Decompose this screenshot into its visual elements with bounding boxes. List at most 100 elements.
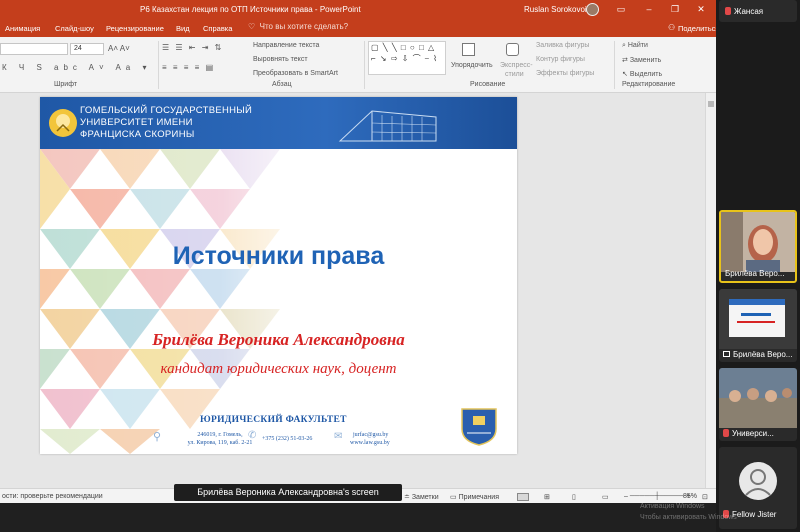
participant-name-text: Fellow Jister <box>732 510 777 519</box>
participant-name: Универси... <box>723 429 774 438</box>
arrange-button[interactable]: Упорядочить <box>451 62 493 69</box>
slide-title[interactable]: Источники права <box>40 242 517 271</box>
shape-outline-button[interactable]: Контур фигуры <box>536 56 585 63</box>
zoom-slider[interactable]: – ─────┼───── + <box>624 493 690 500</box>
participant-video <box>721 212 795 272</box>
website-url: www.law.gsu.by <box>350 440 390 446</box>
quick-styles-icon[interactable] <box>506 43 519 56</box>
tab-animation[interactable]: Анимация <box>5 24 40 33</box>
window-title: Р6 Казахстан лекция по ОТП Источники пра… <box>140 5 361 14</box>
arrange-icon[interactable] <box>462 43 475 56</box>
reading-view-icon[interactable]: ▯ <box>572 493 576 501</box>
mic-muted-icon <box>725 7 731 15</box>
slideshow-icon[interactable]: ▭ <box>602 493 609 501</box>
notes-icon: ≐ <box>404 494 410 501</box>
select-label: Выделить <box>629 71 663 78</box>
participant-name-text: Брилёва Веро... <box>733 350 793 359</box>
participant-video <box>719 368 797 428</box>
tab-slideshow[interactable]: Слайд-шоу <box>55 24 94 33</box>
author-name[interactable]: Брилёва Вероника Александровна <box>40 330 517 350</box>
participant-tile[interactable]: Жансая <box>719 0 797 22</box>
quick-styles-button-2[interactable]: стили <box>505 71 524 78</box>
accessibility-status[interactable]: ости: проверьте рекомендации <box>2 493 103 500</box>
align-text-button[interactable]: Выровнять текст <box>253 56 308 63</box>
fit-slide-icon[interactable]: ⊡ <box>702 493 708 501</box>
participant-tile[interactable]: Брилёва Веро... <box>719 289 797 362</box>
share-button[interactable]: Поделиться <box>678 24 716 33</box>
tab-help[interactable]: Справка <box>203 24 232 33</box>
restore-icon[interactable]: ❐ <box>668 3 682 15</box>
replace-button[interactable]: ⇄ Заменить <box>622 56 661 64</box>
font-format-icons[interactable]: К Ч S abc A˅ Aa ▾ <box>2 63 152 72</box>
find-button[interactable]: ⌕ Найти <box>622 42 648 50</box>
ribbon-separator <box>158 41 159 89</box>
font-group-label: Шрифт <box>54 81 78 88</box>
comment-icon: ▭ <box>450 494 457 501</box>
user-avatar[interactable] <box>586 3 599 16</box>
university-name-line1: ГОМЕЛЬСКИЙ ГОСУДАРСТВЕННЫЙ <box>80 105 253 116</box>
find-label: Найти <box>627 42 648 49</box>
mail-icon: ✉ <box>334 431 343 442</box>
location-pin-icon: ⚲ <box>153 431 162 443</box>
slide-sorter-icon[interactable]: ⊞ <box>544 493 550 501</box>
shapes-gallery[interactable]: ▢ ╲ ╲ □ ○ □ △ ⌐ ↘ ⇨ ⇩ ⌒ ⎯ ⌇ <box>368 41 446 75</box>
comments-button[interactable]: ▭ Примечания <box>450 493 499 501</box>
replace-icon: ⇄ <box>622 57 628 64</box>
email-address: jurfac@gsu.by <box>353 432 389 438</box>
slide[interactable]: ГОМЕЛЬСКИЙ ГОСУДАРСТВЕННЫЙ УНИВЕРСИТЕТ И… <box>40 97 517 454</box>
ribbon-display-icon[interactable]: ▭ <box>614 3 628 15</box>
ribbon-separator <box>364 41 365 89</box>
list-icons[interactable]: ☰ ☰ ⇤ ⇥ ⇅ <box>162 43 223 52</box>
close-icon[interactable]: ✕ <box>694 3 708 15</box>
comments-label: Примечания <box>458 494 499 501</box>
phone-number: +375 (232) 51-03-26 <box>262 436 313 442</box>
shape-effects-button[interactable]: Эффекты фигуры <box>536 70 594 77</box>
select-button[interactable]: ↖ Выделить <box>622 70 662 78</box>
font-size-field[interactable]: 24 <box>70 43 104 55</box>
phone-icon: ✆ <box>248 430 257 441</box>
vertical-scrollbar[interactable] <box>705 93 716 488</box>
text-direction-button[interactable]: Направление текста <box>253 42 319 49</box>
font-grow-shrink-icons[interactable]: A˄ A˅ <box>108 44 130 53</box>
shape-fill-button[interactable]: Заливка фигуры <box>536 42 589 49</box>
faculty-name[interactable]: ЮРИДИЧЕСКИЙ ФАКУЛЬТЕТ <box>200 415 347 425</box>
minimize-icon[interactable]: – <box>642 3 656 15</box>
screen: Р6 Казахстан лекция по ОТП Источники пра… <box>0 0 800 532</box>
quick-styles-button[interactable]: Экспресс- <box>500 62 533 69</box>
user-name[interactable]: Ruslan Sorokovoi <box>524 5 587 14</box>
tab-review[interactable]: Рецензирование <box>106 24 164 33</box>
cursor-icon: ↖ <box>622 71 628 78</box>
participant-tile[interactable]: Универси... <box>719 368 797 441</box>
author-degree[interactable]: кандидат юридических наук, доцент <box>40 361 517 378</box>
participant-screen-thumbnail <box>719 289 797 349</box>
mic-muted-icon <box>723 429 729 437</box>
participant-name-text: Универси... <box>732 429 774 438</box>
tell-me-search[interactable]: ♡ Что вы хотите сделать? <box>248 22 348 31</box>
notes-button[interactable]: ≐ Заметки <box>404 493 439 501</box>
participant-tile-active[interactable]: Брилёва Веро... <box>719 210 797 283</box>
windows-activation-watermark-1: Активация Windows <box>640 503 705 510</box>
replace-label: Заменить <box>629 57 662 64</box>
tell-me-label: Что вы хотите сделать? <box>259 22 349 31</box>
font-name-field[interactable] <box>0 43 68 55</box>
zoom-level[interactable]: 85% <box>683 493 697 500</box>
university-name-line2: УНИВЕРСИТЕТ ИМЕНИ <box>80 117 193 128</box>
university-name-line3: ФРАНЦИСКА СКОРИНЫ <box>80 129 195 140</box>
scrollbar-thumb[interactable] <box>708 101 714 107</box>
drawing-group-label: Рисование <box>470 81 506 88</box>
tab-view[interactable]: Вид <box>176 24 190 33</box>
university-building-illustration <box>338 110 437 142</box>
powerpoint-window: Р6 Казахстан лекция по ОТП Источники пра… <box>0 0 716 532</box>
university-logo-icon <box>49 109 77 137</box>
participant-name: Брилёва Веро... <box>723 350 792 359</box>
normal-view-icon[interactable] <box>517 493 529 501</box>
participants-panel: Жансая Брилёва Веро... Брилёва Веро... У… <box>716 0 800 532</box>
align-icons[interactable]: ≡ ≡ ≡ ≡ ▤ <box>162 63 215 72</box>
windows-activation-watermark-2: Чтобы активировать Windows <box>640 514 737 521</box>
participant-name: Жансая <box>725 7 763 16</box>
faculty-emblem-icon <box>461 408 497 446</box>
convert-smartart-button[interactable]: Преобразовать в SmartArt <box>253 70 338 77</box>
participant-name: Брилёва Веро... <box>725 269 785 278</box>
paragraph-group-label: Абзац <box>272 81 292 88</box>
screen-share-label: Брилёва Вероника Александровна's screen <box>174 484 402 501</box>
